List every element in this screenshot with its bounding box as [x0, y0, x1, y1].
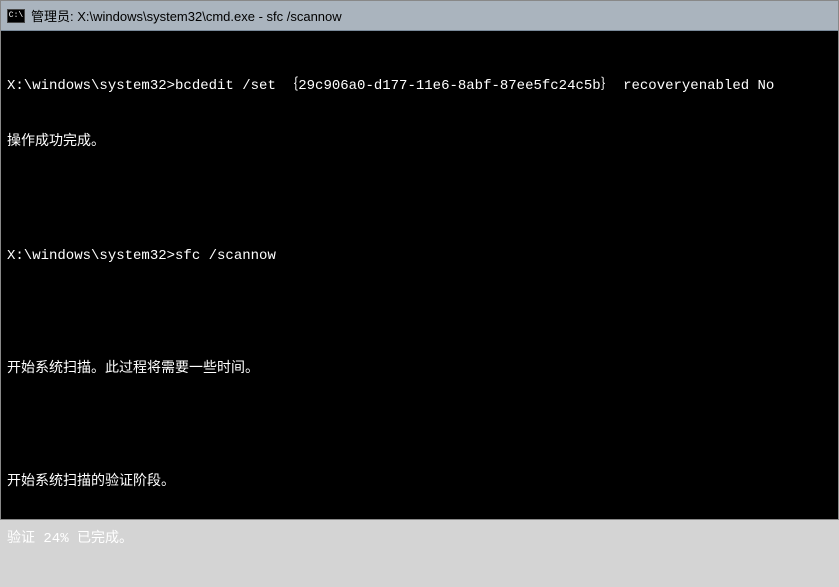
titlebar[interactable]: C:\ 管理员: X:\windows\system32\cmd.exe - s… — [1, 1, 838, 31]
terminal-line: 验证 24% 已完成。 — [7, 530, 832, 549]
terminal-blank — [7, 417, 832, 436]
terminal-line: X:\windows\system32>sfc /scannow — [7, 247, 832, 266]
terminal-line: 操作成功完成。 — [7, 133, 832, 152]
terminal-line: 开始系统扫描。此过程将需要一些时间。 — [7, 360, 832, 379]
terminal-line: X:\windows\system32>bcdedit /set ｛29c906… — [7, 77, 832, 96]
terminal-line: 开始系统扫描的验证阶段。 — [7, 473, 832, 492]
cmd-window: C:\ 管理员: X:\windows\system32\cmd.exe - s… — [0, 0, 839, 520]
cmd-icon: C:\ — [7, 9, 25, 23]
terminal-blank — [7, 303, 832, 322]
window-title: 管理员: X:\windows\system32\cmd.exe - sfc /… — [31, 6, 342, 25]
terminal-blank — [7, 190, 832, 209]
terminal-output[interactable]: X:\windows\system32>bcdedit /set ｛29c906… — [1, 31, 838, 519]
